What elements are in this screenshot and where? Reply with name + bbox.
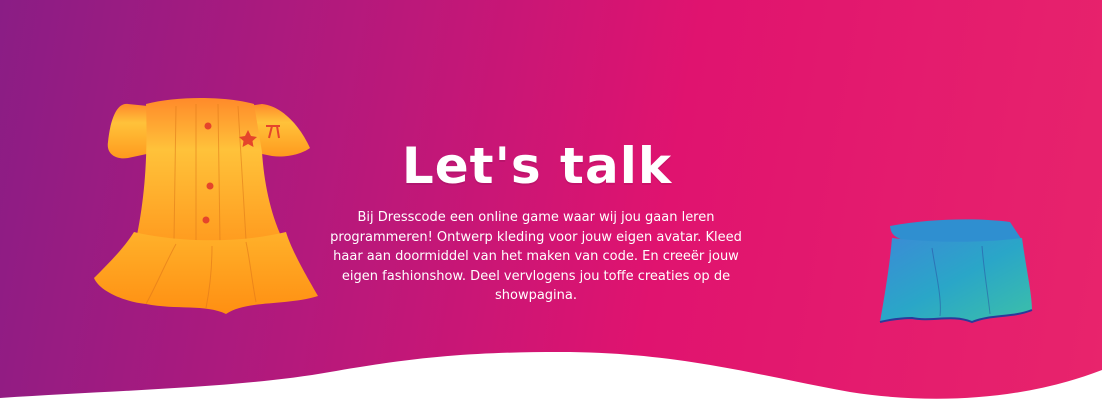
bottom-wave	[0, 352, 1102, 411]
hero-banner: Let's talk Bij Dresscode een online game…	[0, 0, 1102, 411]
